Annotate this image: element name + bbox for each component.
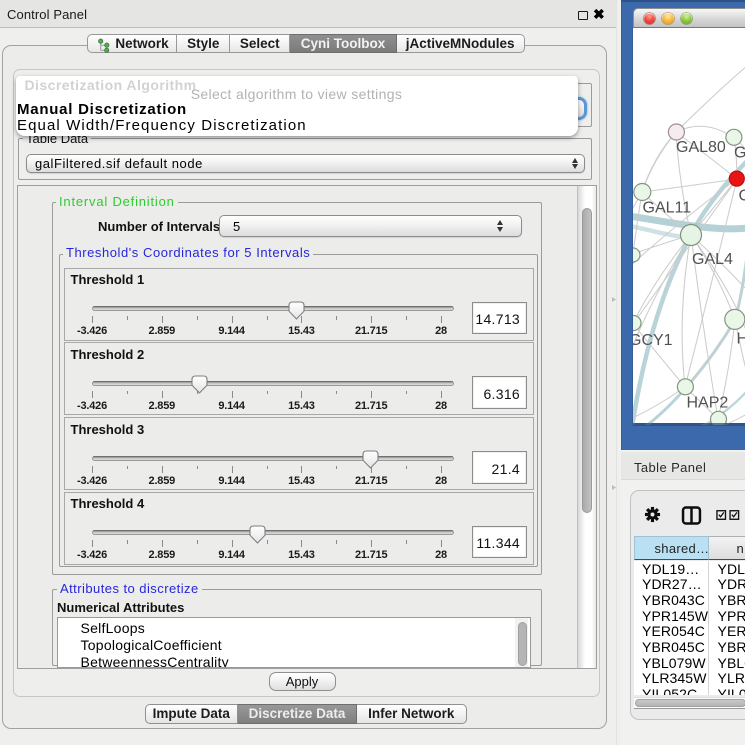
svg-text:GAL11: GAL11 (643, 199, 692, 216)
svg-text:HAP2: HAP2 (687, 394, 729, 411)
svg-text:C: C (739, 187, 745, 204)
svg-text:H: H (737, 330, 745, 347)
svg-text:GA: GA (734, 144, 745, 161)
svg-text:GCY1: GCY1 (633, 332, 673, 349)
svg-text:GAL4: GAL4 (692, 251, 733, 268)
svg-text:GAL80: GAL80 (676, 139, 726, 156)
